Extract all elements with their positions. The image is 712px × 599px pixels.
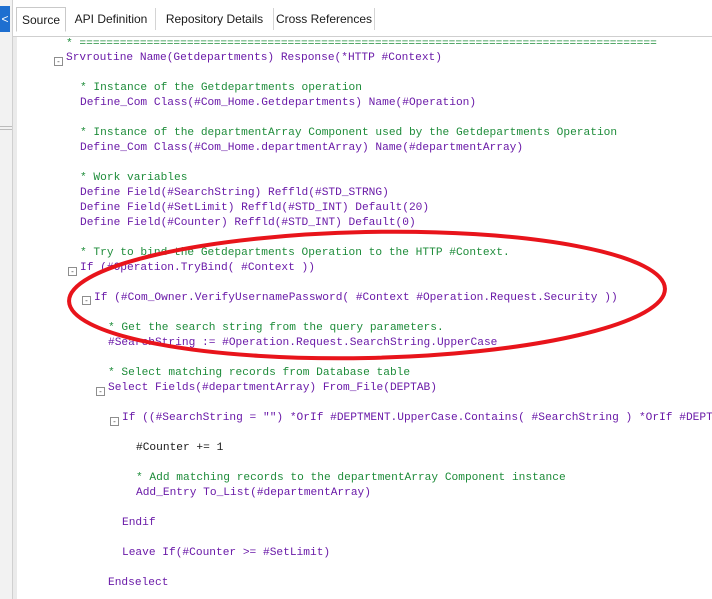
code-line[interactable]: If (#Com_Owner.VerifyUsernamePassword( #… [94,291,618,306]
tab-source[interactable]: Source [16,7,66,32]
fold-toggle-icon[interactable]: - [68,267,77,276]
code-line[interactable]: * ======================================… [66,37,657,52]
code-line[interactable]: If (#Operation.TryBind( #Context )) [80,261,315,276]
fold-toggle-icon[interactable]: - [110,417,119,426]
side-panel-strip: < [0,0,13,599]
code-token: Endselect [108,577,169,589]
code-line[interactable]: #SearchString := #Operation.Request.Sear… [108,336,497,351]
code-line[interactable]: Define Field(#SearchString) Reffld(#STD_… [80,186,389,201]
fold-toggle-icon[interactable]: - [82,296,91,305]
tab-api-definition[interactable]: API Definition [67,8,156,30]
code-line[interactable]: * Instance of the Getdepartments operati… [80,81,362,96]
code-token: Add_Entry To_List(#departmentArray) [136,487,371,499]
code-token: Define Field(#SearchString) Reffld(#STD_… [80,187,389,199]
code-line[interactable]: Define Field(#Counter) Reffld(#STD_INT) … [80,216,416,231]
code-line[interactable]: Endif [122,516,156,531]
code-line[interactable]: Define Field(#SetLimit) Reffld(#STD_INT)… [80,201,429,216]
tab-cross-references[interactable]: Cross References [274,8,375,30]
code-token: Leave If(#Counter >= #SetLimit) [122,547,331,559]
code-line[interactable]: Endselect [108,576,168,591]
panel-divider [0,129,12,130]
code-line[interactable]: #Counter += 1 [136,441,223,456]
code-token: If (#Com_Owner.VerifyUsernamePassword( #… [94,292,618,304]
code-token: Define Field(#Counter) Reffld(#STD_INT) … [80,217,416,229]
code-token: Define Field(#SetLimit) Reffld(#STD_INT)… [80,202,430,214]
code-token: Select Fields(#departmentArray) From_Fil… [108,382,437,394]
tab-repository-details[interactable]: Repository Details [156,8,274,30]
code-token: If (#Operation.TryBind( #Context )) [80,262,315,274]
code-line[interactable]: * Add matching records to the department… [136,471,566,486]
code-line[interactable]: If ((#SearchString = "") *OrIf #DEPTMENT… [122,411,712,426]
code-token: * Select matching records from Database … [108,367,411,379]
code-line[interactable]: Add_Entry To_List(#departmentArray) [136,486,371,501]
panel-divider [0,126,12,127]
code-token: * Get the search string from the query p… [108,322,444,334]
code-line[interactable]: Leave If(#Counter >= #SetLimit) [122,546,330,561]
code-token: * Instance of the departmentArray Compon… [80,127,618,139]
code-token: * ======================================… [66,38,657,50]
code-editor[interactable]: * ======================================… [17,37,712,599]
code-token: If ((#SearchString = "") *OrIf #DEPTMENT… [122,412,712,424]
code-token: #SearchString := #Operation.Request.Sear… [108,337,498,349]
code-line[interactable]: * Try to bind the Getdepartments Operati… [80,246,510,261]
code-line[interactable]: Define_Com Class(#Com_Home.departmentArr… [80,141,523,156]
code-token: * Try to bind the Getdepartments Operati… [80,247,510,259]
code-line[interactable]: * Select matching records from Database … [108,366,410,381]
code-token: #Counter += 1 [136,442,224,454]
fold-toggle-icon[interactable]: - [96,387,105,396]
code-token: * Work variables [80,172,188,184]
fold-toggle-icon[interactable]: - [54,57,63,66]
code-line[interactable]: * Get the search string from the query p… [108,321,444,336]
code-line[interactable]: * Work variables [80,171,187,186]
code-line[interactable]: Select Fields(#departmentArray) From_Fil… [108,381,437,396]
code-token: * Instance of the Getdepartments operati… [80,82,362,94]
chevron-left-icon[interactable]: < [0,6,10,32]
code-token: * Add matching records to the department… [136,472,566,484]
code-token: Define_Com Class(#Com_Home.departmentArr… [80,142,524,154]
editor-tab-bar: Source API Definition Repository Details… [13,0,712,37]
code-line[interactable]: Srvroutine Name(Getdepartments) Response… [66,51,442,66]
code-token: Define_Com Class(#Com_Home.Getdepartment… [80,97,477,109]
code-token: Endif [122,517,156,529]
code-line[interactable]: * Instance of the departmentArray Compon… [80,126,617,141]
code-token: Srvroutine Name(Getdepartments) Response… [66,52,442,64]
code-line[interactable]: Define_Com Class(#Com_Home.Getdepartment… [80,96,476,111]
